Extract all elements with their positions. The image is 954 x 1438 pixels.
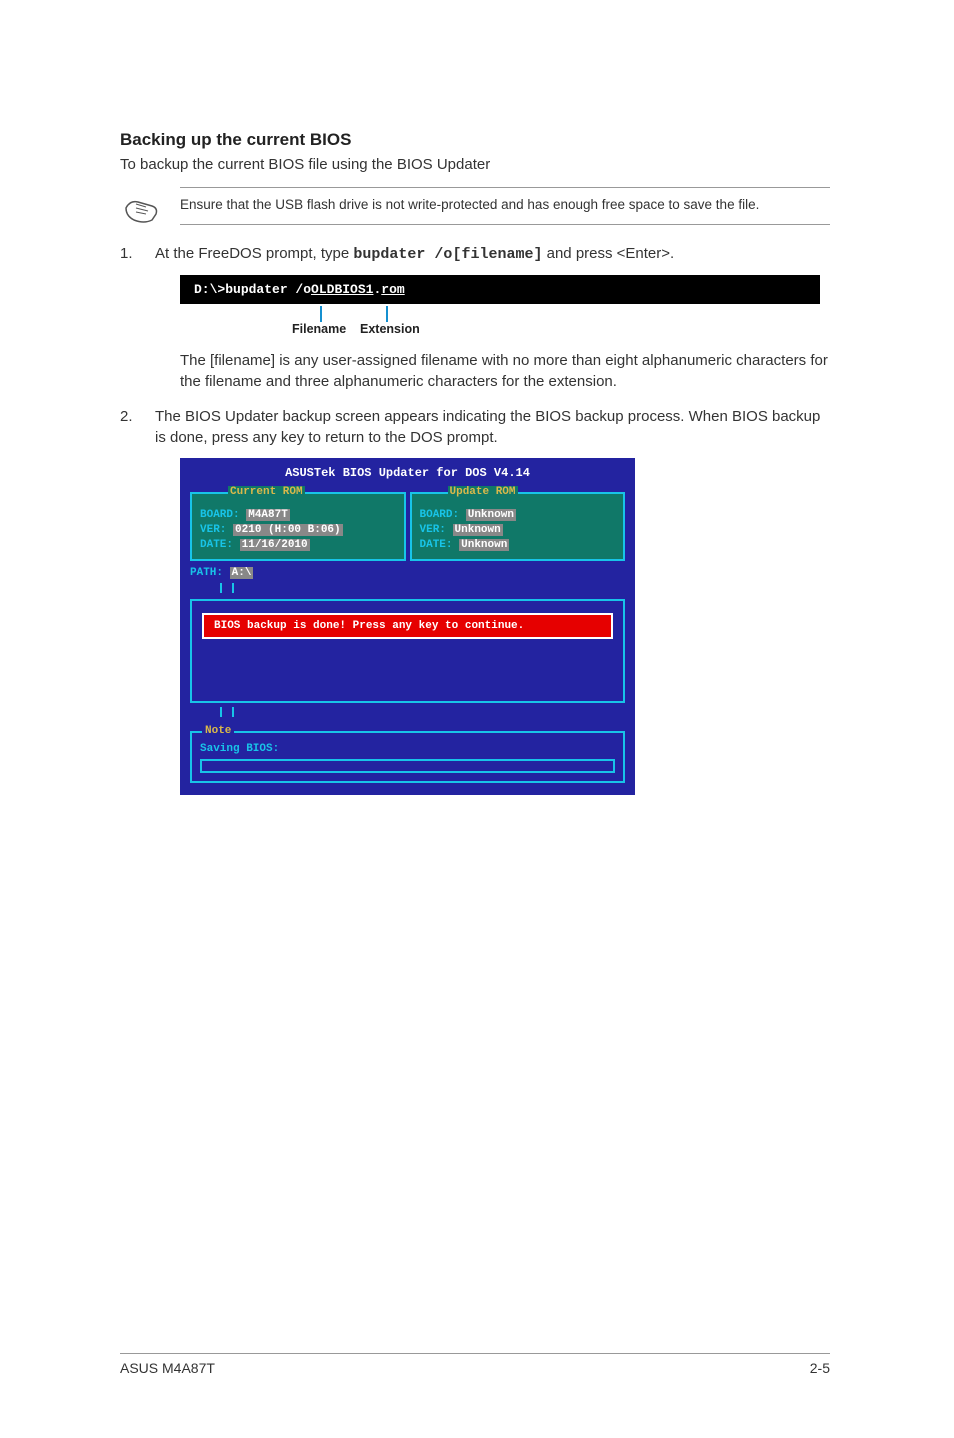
cur-ver-label: VER: — [200, 524, 226, 536]
path-label: PATH: — [190, 567, 223, 579]
note-callout: Ensure that the USB flash drive is not w… — [180, 187, 830, 225]
cur-date-label: DATE: — [200, 539, 233, 551]
step-2: 2. The BIOS Updater backup screen appear… — [120, 406, 830, 448]
cur-ver-val: 0210 (H:00 B:06) — [233, 524, 343, 536]
step1-command: bupdater /o[filename] — [353, 246, 542, 263]
step1-pre: At the FreeDOS prompt, type — [155, 245, 353, 262]
bios-title: ASUSTek BIOS Updater for DOS V4.14 — [190, 466, 625, 480]
terminal-filename: OLDBIOS1 — [311, 282, 373, 297]
step1-post: and press <Enter>. — [542, 245, 674, 262]
terminal-output: D:\>bupdater /oOLDBIOS1.rom — [180, 275, 820, 304]
step-number: 1. — [120, 243, 155, 265]
saving-bios-label: Saving BIOS: — [200, 743, 615, 755]
bios-note-box: Note Saving BIOS: — [190, 731, 625, 783]
section-heading: Backing up the current BIOS — [120, 130, 830, 150]
upd-board-label: BOARD: — [420, 509, 460, 521]
filename-label: Filename — [292, 322, 346, 336]
update-rom-legend: Update ROM — [448, 486, 518, 498]
footer-left: ASUS M4A87T — [120, 1360, 215, 1376]
filename-callouts: Filename Extension — [180, 306, 830, 340]
step1-explanation: The [filename] is any user-assigned file… — [180, 350, 830, 392]
step2-text: The BIOS Updater backup screen appears i… — [155, 406, 830, 448]
upd-ver-val: Unknown — [453, 524, 503, 536]
progress-bar — [200, 759, 615, 773]
upd-board-val: Unknown — [466, 509, 516, 521]
page-footer: ASUS M4A87T 2-5 — [120, 1353, 830, 1376]
terminal-cmd: bupdater /o — [225, 282, 311, 297]
bios-note-legend: Note — [202, 725, 234, 737]
cur-date-val: 11/16/2010 — [240, 539, 310, 551]
upd-date-val: Unknown — [459, 539, 509, 551]
bios-message-area: BIOS backup is done! Press any key to co… — [190, 599, 625, 703]
hand-note-icon — [122, 194, 162, 231]
terminal-prompt: D:\> — [194, 282, 225, 297]
path-value: A:\ — [230, 567, 254, 579]
cur-board-label: BOARD: — [200, 509, 240, 521]
upd-date-label: DATE: — [420, 539, 453, 551]
cur-board-val: M4A87T — [246, 509, 290, 521]
step-1: 1. At the FreeDOS prompt, type bupdater … — [120, 243, 830, 265]
terminal-ext: rom — [381, 282, 404, 297]
update-rom-box: Update ROM BOARD: Unknown VER: Unknown D… — [410, 492, 626, 561]
intro-text: To backup the current BIOS file using th… — [120, 156, 830, 173]
bios-done-message: BIOS backup is done! Press any key to co… — [202, 613, 613, 639]
current-rom-box: Current ROM BOARD: M4A87T VER: 0210 (H:0… — [190, 492, 406, 561]
extension-label: Extension — [360, 322, 420, 336]
upd-ver-label: VER: — [420, 524, 446, 536]
footer-right: 2-5 — [810, 1360, 830, 1376]
step-number-2: 2. — [120, 406, 155, 448]
bios-updater-window: ASUSTek BIOS Updater for DOS V4.14 Curre… — [180, 458, 635, 795]
current-rom-legend: Current ROM — [228, 486, 305, 498]
note-text: Ensure that the USB flash drive is not w… — [180, 197, 759, 212]
